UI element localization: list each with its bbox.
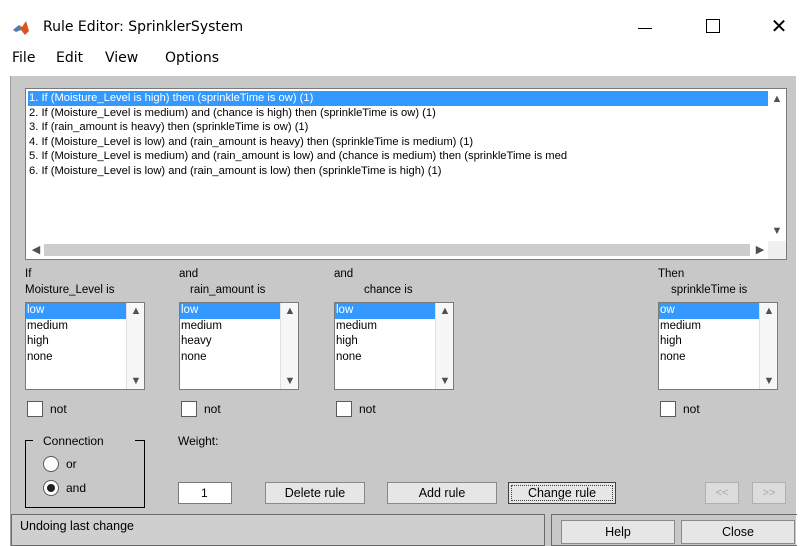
chance-listbox[interactable]: low medium high none ▲ ▼ — [334, 302, 454, 390]
delete-rule-button[interactable]: Delete rule — [265, 482, 365, 504]
rules-list[interactable]: 1. If (Moisture_Level is high) then (spr… — [25, 88, 787, 260]
list-item[interactable]: none — [335, 350, 436, 366]
rules-vertical-scrollbar[interactable]: ▲ ▼ — [768, 89, 786, 241]
scroll-down-icon[interactable]: ▼ — [128, 373, 144, 389]
rules-list-content: 1. If (Moisture_Level is high) then (spr… — [28, 91, 768, 239]
list-item[interactable]: medium — [659, 319, 760, 335]
rain-not-label: not — [204, 402, 221, 416]
rule-item[interactable]: 5. If (Moisture_Level is medium) and (ra… — [28, 149, 768, 164]
chance-label: chance is — [364, 284, 413, 296]
scroll-down-icon[interactable]: ▼ — [282, 373, 298, 389]
moisture-not-checkbox[interactable] — [27, 401, 43, 417]
chance-prefix: and — [334, 268, 354, 280]
maximize-button[interactable] — [698, 14, 728, 38]
list-item[interactable]: low — [180, 303, 281, 319]
moisture-listbox[interactable]: low medium high none ▲ ▼ — [25, 302, 145, 390]
menu-file[interactable]: File — [12, 50, 35, 66]
help-button[interactable]: Help — [561, 520, 675, 544]
menu-bar: File Edit View Options — [0, 46, 802, 72]
scroll-right-icon[interactable]: ▶ — [752, 242, 768, 258]
output-not-label: not — [683, 402, 700, 416]
menu-view[interactable]: View — [105, 50, 138, 66]
scroll-up-icon[interactable]: ▲ — [761, 303, 777, 319]
moisture-prefix: If — [25, 268, 32, 280]
menu-edit[interactable]: Edit — [56, 50, 83, 66]
rule-item[interactable]: 6. If (Moisture_Level is low) and (rain_… — [28, 164, 768, 179]
menu-options[interactable]: Options — [165, 50, 219, 66]
connection-and-radio[interactable] — [43, 480, 59, 496]
weight-label: Weight: — [178, 434, 219, 448]
list-item[interactable]: low — [335, 303, 436, 319]
moisture-list-scrollbar[interactable]: ▲ ▼ — [126, 303, 144, 389]
rule-item[interactable]: 3. If (rain_amount is heavy) then (sprin… — [28, 120, 768, 135]
list-item[interactable]: medium — [26, 319, 127, 335]
rules-horizontal-scrollbar[interactable]: ◀ ▶ — [26, 241, 770, 259]
window-title: Rule Editor: SprinklerSystem — [43, 19, 244, 35]
list-item[interactable]: high — [26, 334, 127, 350]
rain-list-scrollbar[interactable]: ▲ ▼ — [280, 303, 298, 389]
rule-item[interactable]: 2. If (Moisture_Level is medium) and (ch… — [28, 106, 768, 121]
rule-item[interactable]: 4. If (Moisture_Level is low) and (rain_… — [28, 135, 768, 150]
scroll-up-icon[interactable]: ▲ — [282, 303, 298, 319]
rain-prefix: and — [179, 268, 199, 280]
weight-input[interactable]: 1 — [178, 482, 232, 504]
rain-not-checkbox[interactable] — [181, 401, 197, 417]
scroll-up-icon[interactable]: ▲ — [769, 91, 785, 107]
list-item[interactable]: none — [26, 350, 127, 366]
scroll-corner — [768, 241, 786, 259]
minimize-button[interactable] — [630, 14, 660, 38]
title-bar: Rule Editor: SprinklerSystem ✕ — [0, 0, 802, 42]
connection-group — [25, 440, 145, 508]
list-item[interactable]: low — [26, 303, 127, 319]
chance-not-checkbox[interactable] — [336, 401, 352, 417]
moisture-label: Moisture_Level is — [25, 284, 115, 296]
status-bar: Undoing last change — [11, 514, 545, 546]
list-item[interactable]: high — [659, 334, 760, 350]
output-listbox[interactable]: ow medium high none ▲ ▼ — [658, 302, 778, 390]
previous-rule-button[interactable]: << — [705, 482, 739, 504]
connection-or-label: or — [66, 457, 77, 471]
list-item[interactable]: high — [335, 334, 436, 350]
scroll-down-icon[interactable]: ▼ — [437, 373, 453, 389]
next-rule-button[interactable]: >> — [752, 482, 786, 504]
chance-not-label: not — [359, 402, 376, 416]
list-item[interactable]: ow — [659, 303, 760, 319]
window-close-button[interactable]: ✕ — [764, 14, 794, 38]
output-label: sprinkleTime is — [671, 284, 748, 296]
add-rule-button[interactable]: Add rule — [387, 482, 497, 504]
scroll-up-icon[interactable]: ▲ — [128, 303, 144, 319]
scroll-left-icon[interactable]: ◀ — [28, 242, 44, 258]
output-not-checkbox[interactable] — [660, 401, 676, 417]
output-list-scrollbar[interactable]: ▲ ▼ — [759, 303, 777, 389]
status-text: Undoing last change — [20, 519, 134, 533]
list-item[interactable]: none — [180, 350, 281, 366]
scroll-down-icon[interactable]: ▼ — [761, 373, 777, 389]
rain-label: rain_amount is — [190, 284, 266, 296]
scroll-up-icon[interactable]: ▲ — [437, 303, 453, 319]
connection-title: Connection — [43, 434, 104, 448]
rule-item[interactable]: 1. If (Moisture_Level is high) then (spr… — [28, 91, 768, 106]
chance-list-scrollbar[interactable]: ▲ ▼ — [435, 303, 453, 389]
connection-or-radio[interactable] — [43, 456, 59, 472]
close-button[interactable]: Close — [681, 520, 795, 544]
moisture-not-label: not — [50, 402, 67, 416]
scroll-down-icon[interactable]: ▼ — [769, 223, 785, 239]
matlab-icon — [12, 19, 30, 37]
list-item[interactable]: medium — [335, 319, 436, 335]
list-item[interactable]: heavy — [180, 334, 281, 350]
rain-listbox[interactable]: low medium heavy none ▲ ▼ — [179, 302, 299, 390]
list-item[interactable]: none — [659, 350, 760, 366]
connection-and-label: and — [66, 481, 87, 495]
list-item[interactable]: medium — [180, 319, 281, 335]
change-rule-button[interactable]: Change rule — [508, 482, 616, 504]
output-prefix: Then — [658, 268, 685, 280]
rule-editor-panel: 1. If (Moisture_Level is high) then (spr… — [10, 76, 797, 546]
horizontal-scroll-thumb[interactable] — [44, 244, 750, 256]
